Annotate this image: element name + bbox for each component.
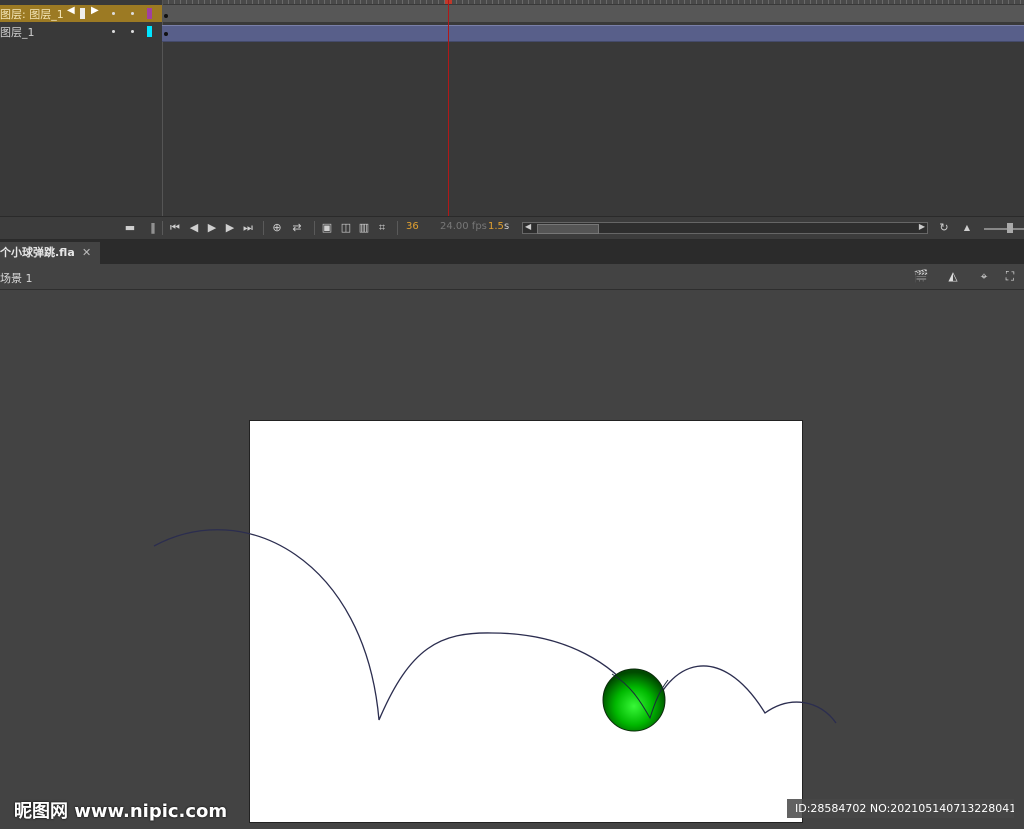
outline-color-swatch[interactable]: [147, 26, 152, 37]
layer-row-folder[interactable]: 图层: 图层_1 ◀ ▶: [0, 5, 162, 22]
folder-frame-track[interactable]: [162, 5, 1024, 22]
visibility-dot-icon[interactable]: [112, 12, 115, 15]
folder-layer-name: 图层: 图层_1: [0, 8, 64, 21]
visibility-dot-icon[interactable]: [112, 30, 115, 33]
scrollbar-thumb[interactable]: [537, 224, 599, 234]
frame-rate[interactable]: 24.00 fps: [440, 221, 487, 232]
onion-skin-icon[interactable]: ▣: [320, 220, 334, 236]
frame-size-slider[interactable]: [984, 228, 1024, 230]
elapsed-time[interactable]: 1.5: [488, 221, 504, 232]
edit-bar: 场景 1 🎬 ◭ ⌖ ⛶: [0, 264, 1024, 290]
panel-grip-icon: ‖: [150, 221, 156, 234]
prev-keyframe-icon[interactable]: ◀: [67, 5, 75, 16]
zoom-up-icon[interactable]: ▲: [960, 220, 974, 236]
separator: [397, 221, 398, 235]
stage-canvas[interactable]: [249, 420, 803, 823]
tween-frame-track[interactable]: [162, 25, 1024, 42]
play-icon[interactable]: ▶: [205, 220, 219, 236]
timeline-scrollbar[interactable]: ◀ ▶: [522, 222, 928, 234]
playhead[interactable]: [448, 0, 449, 216]
clip-content-icon[interactable]: ⛶: [1001, 268, 1019, 284]
edit-symbols-icon[interactable]: ◭: [944, 268, 962, 284]
loop-icon[interactable]: ⇄: [290, 220, 304, 236]
scroll-left-icon[interactable]: ◀: [525, 222, 531, 231]
edit-scene-icon[interactable]: 🎬: [912, 268, 930, 284]
separator: [162, 221, 163, 235]
current-frame[interactable]: 36: [406, 221, 419, 232]
slider-knob[interactable]: [1007, 223, 1013, 233]
close-icon[interactable]: ✕: [82, 242, 91, 264]
document-tab-bar: 个小球弹跳.fla ✕: [0, 240, 1024, 264]
next-keyframe-icon[interactable]: ▶: [91, 5, 99, 16]
camera-icon[interactable]: ▬: [123, 220, 137, 236]
lock-dot-icon[interactable]: [131, 12, 134, 15]
scene-breadcrumb[interactable]: 场景 1: [0, 270, 33, 286]
watermark-logo: 昵图网 www.nipic.com: [14, 801, 228, 822]
elapsed-time-unit: s: [504, 221, 510, 232]
timeline-controls: ▬ ‖ ⏮ ◀ ▶ ▶ ⏭ ⊕ ⇄ ▣ ◫ ▥ ⌗ 36 24.00 fps 1…: [0, 216, 1024, 240]
scroll-right-icon[interactable]: ▶: [919, 222, 925, 231]
layer-name: 图层_1: [0, 26, 35, 39]
modify-onion-markers-icon[interactable]: ⌗: [375, 220, 389, 236]
watermark-id: ID:28584702 NO:20210514071322804103: [787, 799, 1014, 818]
frames-area[interactable]: [162, 4, 1024, 216]
center-frame-icon[interactable]: ⊕: [270, 220, 284, 236]
document-tab-label: 个小球弹跳.fla: [0, 246, 75, 259]
edit-multiple-frames-icon[interactable]: ▥: [357, 220, 371, 236]
outline-color-swatch[interactable]: [147, 8, 152, 19]
snap-icon[interactable]: ⌖: [975, 268, 993, 284]
keyframe-toggle-icon[interactable]: [80, 8, 85, 19]
step-back-icon[interactable]: ◀: [187, 220, 201, 236]
first-frame-icon[interactable]: ⏮: [168, 220, 182, 236]
timeline-panel: 图层: 图层_1 ◀ ▶ 图层_1: [0, 0, 1024, 216]
keyframe-dot[interactable]: [164, 14, 168, 18]
separator: [263, 221, 264, 235]
step-forward-icon[interactable]: ▶: [223, 220, 237, 236]
lock-dot-icon[interactable]: [131, 30, 134, 33]
layer-list: 图层: 图层_1 ◀ ▶ 图层_1: [0, 0, 163, 216]
last-frame-icon[interactable]: ⏭: [241, 220, 255, 236]
document-tab[interactable]: 个小球弹跳.fla ✕: [0, 242, 100, 264]
keyframe-dot[interactable]: [164, 32, 168, 36]
layer-row-1[interactable]: 图层_1: [0, 23, 162, 40]
onion-skin-outline-icon[interactable]: ◫: [339, 220, 353, 236]
separator: [314, 221, 315, 235]
undo-rotate-icon[interactable]: ↻: [937, 220, 951, 236]
